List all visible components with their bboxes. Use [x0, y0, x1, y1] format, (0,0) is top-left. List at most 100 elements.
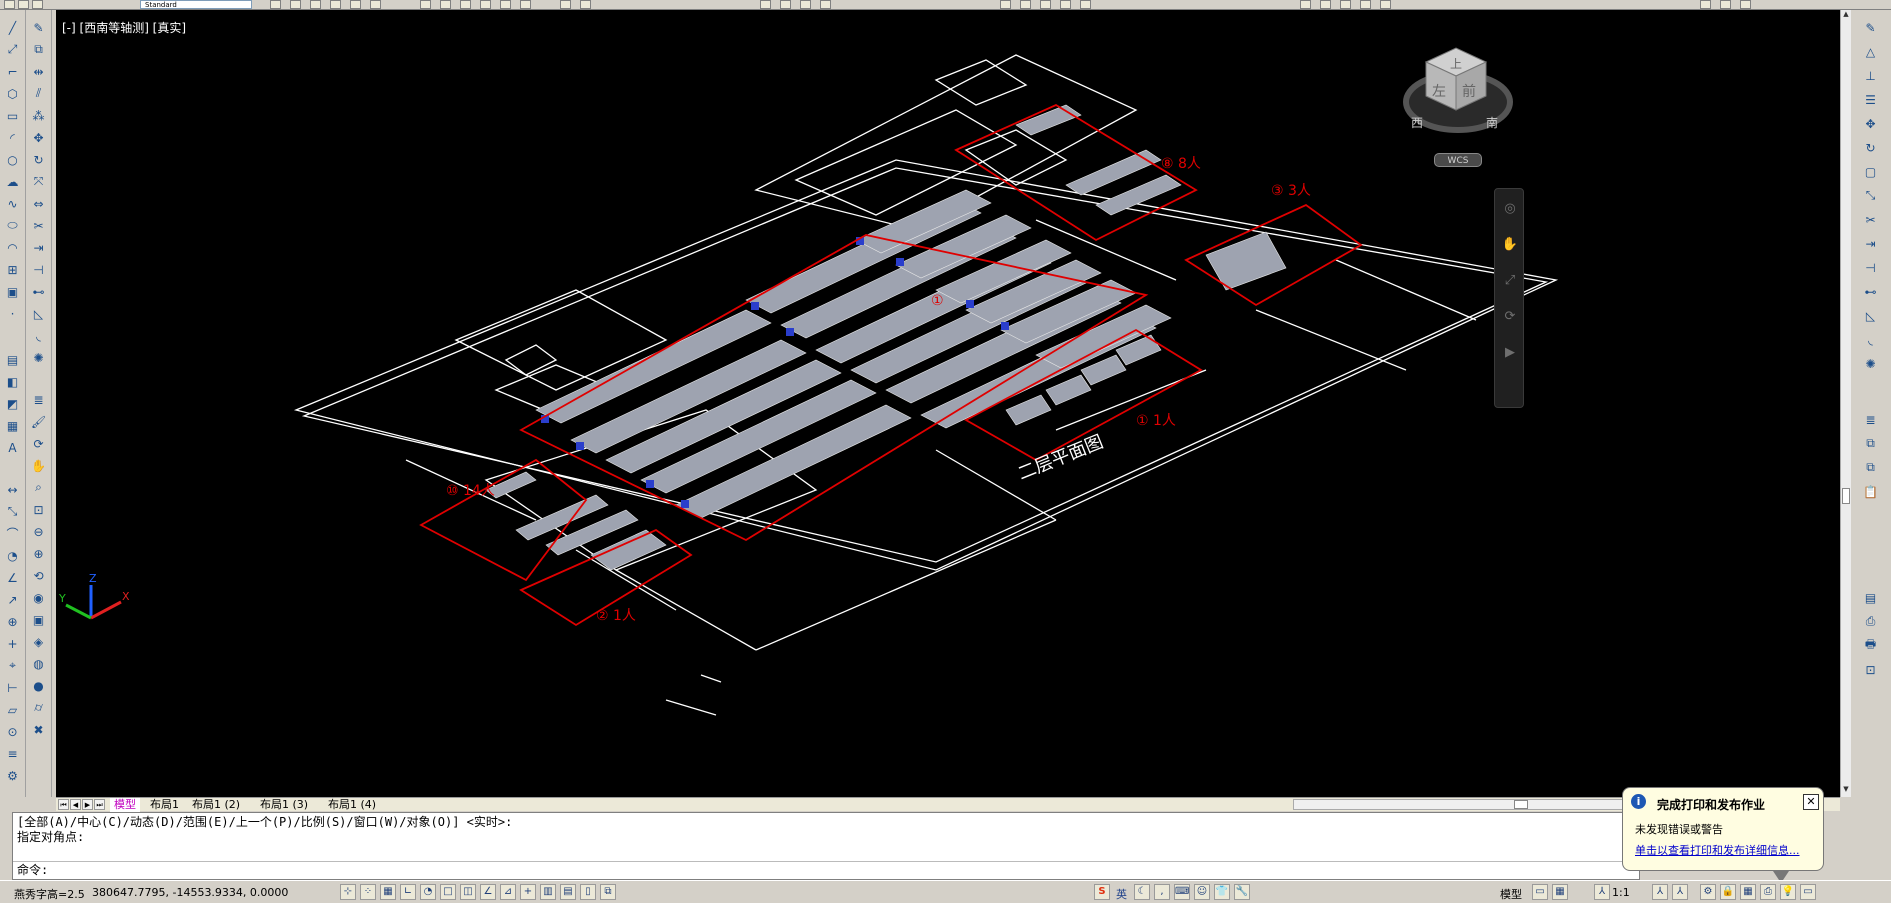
- mirror-icon[interactable]: ⇹: [29, 62, 48, 81]
- tab-layout1-3[interactable]: 布局1 (3): [256, 798, 312, 812]
- toolbar-button[interactable]: [1340, 0, 1351, 9]
- snap-icon[interactable]: ⌖: [3, 656, 22, 675]
- dimension-angular-icon[interactable]: ∠: [3, 568, 22, 587]
- cylinder-icon[interactable]: ⌭: [29, 698, 48, 717]
- plot-icon[interactable]: 🖶: [1861, 636, 1880, 655]
- viewport-controls-label[interactable]: [-] [西南等轴测] [真实]: [62, 19, 186, 36]
- revision-cloud-icon[interactable]: ☁: [3, 172, 22, 191]
- break-icon[interactable]: ⊣: [1861, 258, 1880, 277]
- toolbar-button[interactable]: [310, 0, 321, 9]
- command-window[interactable]: [全部(A)/中心(C)/动态(D)/范围(E)/上一个(P)/比例(S)/窗口…: [12, 812, 1640, 880]
- ellipse-icon[interactable]: ⬭: [3, 216, 22, 235]
- erase-icon[interactable]: ✎: [29, 18, 48, 37]
- annotation-visibility-icon[interactable]: ⅄: [1652, 884, 1668, 900]
- chamfer-icon[interactable]: ◺: [29, 304, 48, 323]
- snap-mode-icon[interactable]: ⁘: [360, 884, 376, 900]
- toolbar-button[interactable]: [1320, 0, 1331, 9]
- fillet-icon[interactable]: ◟: [29, 326, 48, 345]
- point-icon[interactable]: ·: [3, 304, 22, 323]
- center-mark-icon[interactable]: +: [3, 634, 22, 653]
- zoom-icon[interactable]: ⌕: [29, 478, 48, 497]
- selection-cycling-icon[interactable]: ⧉: [600, 884, 616, 900]
- dynamic-input-icon[interactable]: +: [520, 884, 536, 900]
- circle-icon[interactable]: ○: [3, 150, 22, 169]
- prev-tab-icon[interactable]: ◀: [70, 799, 81, 810]
- view-icon[interactable]: ◉: [29, 588, 48, 607]
- arc-icon[interactable]: ◜: [3, 128, 22, 147]
- vertical-scrollbar[interactable]: ▲ ▼: [1840, 10, 1851, 797]
- skin-icon[interactable]: 👕: [1214, 884, 1230, 900]
- toolbar-button[interactable]: [1700, 0, 1711, 9]
- multiline-text-icon[interactable]: A: [3, 438, 22, 457]
- zoom-icon[interactable]: ⤢: [1500, 271, 1520, 291]
- stretch-icon[interactable]: ⇔: [29, 194, 48, 213]
- dimension-aligned-icon[interactable]: ⤡: [3, 502, 22, 521]
- toolbar-button[interactable]: [580, 0, 591, 9]
- scroll-up-icon[interactable]: ▲: [1841, 10, 1851, 22]
- lineweight-icon[interactable]: ▥: [540, 884, 556, 900]
- plot-status-icon[interactable]: ⎙: [1760, 884, 1776, 900]
- toolbar-button[interactable]: [1300, 0, 1311, 9]
- 3d-box-icon[interactable]: ▣: [29, 610, 48, 629]
- quick-view-layouts-icon[interactable]: ▭: [1532, 884, 1548, 900]
- ellipse-arc-icon[interactable]: ◠: [3, 238, 22, 257]
- copy-icon[interactable]: ⧉: [29, 40, 48, 59]
- triangle-icon[interactable]: △: [1861, 42, 1880, 61]
- toolbar-button[interactable]: [4, 0, 15, 9]
- viewcube-icon[interactable]: 上 左 前 西 南: [1403, 47, 1513, 133]
- transparency-icon[interactable]: ▤: [560, 884, 576, 900]
- join-icon[interactable]: ⊷: [1861, 282, 1880, 301]
- model-space-label[interactable]: 模型: [1500, 886, 1522, 902]
- box-icon[interactable]: ▢: [1861, 162, 1880, 181]
- toolbar-button[interactable]: [290, 0, 301, 9]
- object-snap-tracking-icon[interactable]: ∠: [480, 884, 496, 900]
- polygon-icon[interactable]: ⬡: [3, 84, 22, 103]
- scale-icon[interactable]: ⤧: [29, 172, 48, 191]
- infer-constraints-icon[interactable]: ⊹: [340, 884, 356, 900]
- materials-icon[interactable]: ◍: [29, 654, 48, 673]
- rotate-icon[interactable]: ↻: [1861, 138, 1880, 157]
- hatch-icon[interactable]: ▤: [3, 350, 22, 369]
- steering-wheel-icon[interactable]: ◎: [1500, 199, 1520, 219]
- toolbar-button[interactable]: [1040, 0, 1051, 9]
- isolate-objects-icon[interactable]: 💡: [1780, 884, 1796, 900]
- pen-icon[interactable]: ✎: [1861, 18, 1880, 37]
- properties-icon[interactable]: ⚙: [3, 766, 22, 785]
- spline-icon[interactable]: ∿: [3, 194, 22, 213]
- list-icon[interactable]: ≡: [3, 744, 22, 763]
- toolbar-button[interactable]: [370, 0, 381, 9]
- measure-icon[interactable]: ⊢: [3, 678, 22, 697]
- toolbar-button[interactable]: [520, 0, 531, 9]
- lock-ui-icon[interactable]: 🔒: [1720, 884, 1736, 900]
- polar-tracking-icon[interactable]: ◔: [420, 884, 436, 900]
- toolbar-button[interactable]: [1080, 0, 1091, 9]
- delete-icon[interactable]: ✖: [29, 720, 48, 739]
- command-input-row[interactable]: 命令:: [13, 861, 1639, 879]
- zoom-window-icon[interactable]: ⊡: [29, 500, 48, 519]
- polyline-icon[interactable]: ⌐: [3, 62, 22, 81]
- scrollbar-thumb[interactable]: [1514, 800, 1528, 809]
- toolbar-button[interactable]: [460, 0, 471, 9]
- id-point-icon[interactable]: ⊙: [3, 722, 22, 741]
- align-icon[interactable]: ⊥: [1861, 66, 1880, 85]
- chamfer-icon[interactable]: ◺: [1861, 306, 1880, 325]
- tab-layout1-4[interactable]: 布局1 (4): [324, 798, 380, 812]
- scale-icon[interactable]: ⤡: [1861, 186, 1880, 205]
- leader-icon[interactable]: ↗: [3, 590, 22, 609]
- sphere-icon[interactable]: ●: [29, 676, 48, 695]
- drawing-viewport[interactable]: ⑧ 8人 ③ 3人 ① ① 1人 ⑩ 14人 ② 1人 二层平面图 Z X Y: [56, 10, 1840, 797]
- moon-icon[interactable]: ☾: [1134, 884, 1150, 900]
- extend-icon[interactable]: ⇥: [29, 238, 48, 257]
- toolbar-button[interactable]: [270, 0, 281, 9]
- toolbar-button[interactable]: [500, 0, 511, 9]
- toolbar-button[interactable]: [760, 0, 771, 9]
- toolbar-button[interactable]: [32, 0, 43, 9]
- break-icon[interactable]: ⊣: [29, 260, 48, 279]
- gradient-icon[interactable]: ◧: [3, 372, 22, 391]
- ortho-mode-icon[interactable]: ∟: [400, 884, 416, 900]
- toolbar-button[interactable]: [350, 0, 361, 9]
- copy-icon[interactable]: ⧉: [1861, 458, 1880, 477]
- 3d-object-snap-icon[interactable]: ◫: [460, 884, 476, 900]
- scrollbar-thumb[interactable]: [1842, 488, 1850, 504]
- user-icon[interactable]: ☺: [1194, 884, 1210, 900]
